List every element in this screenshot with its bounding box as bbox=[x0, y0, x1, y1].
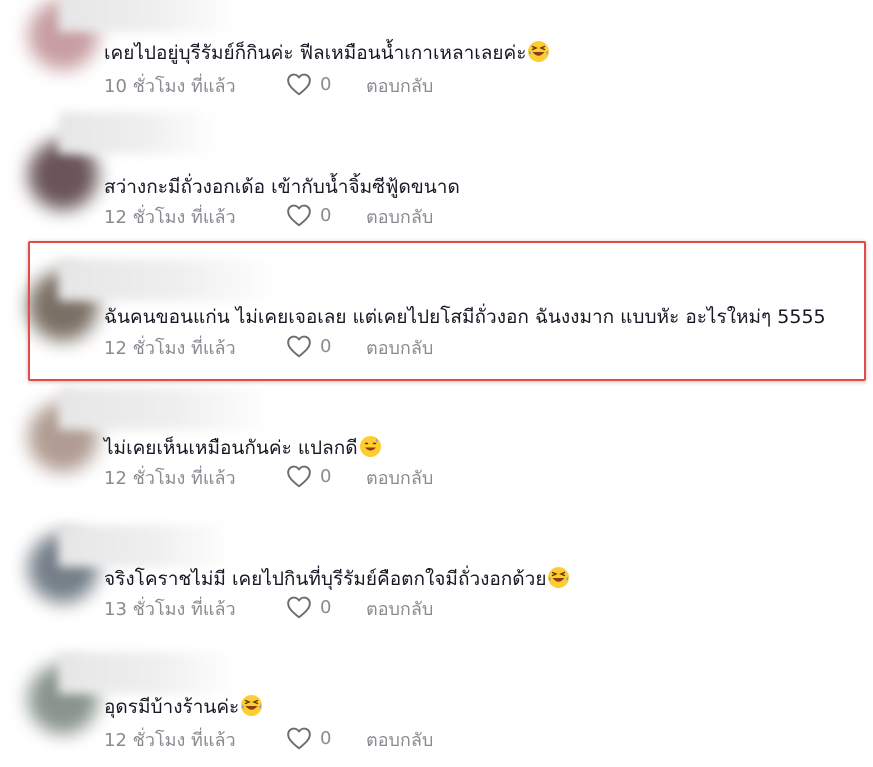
laughing-emoji-icon bbox=[548, 567, 570, 588]
comment-item: อุดรมีบ้างร้านค่ะ 12 ชั่วโมง ที่แล้ว 0 ตอบก… bbox=[0, 636, 873, 767]
comment-text-content: สว่างกะมีถั่วงอกเด้อ เข้ากับน้ำจิ้มซีฟู้… bbox=[104, 176, 460, 198]
like-count: 0 bbox=[320, 73, 332, 95]
laughing-emoji-icon bbox=[528, 41, 550, 62]
heart-icon bbox=[287, 73, 311, 96]
timestamp: 12 ชั่วโมง ที่แล้ว bbox=[104, 468, 236, 489]
username-blurred[interactable] bbox=[58, 388, 273, 430]
timestamp: 12 ชั่วโมง ที่แล้ว bbox=[104, 730, 236, 751]
reply-button[interactable]: ตอบกลับ bbox=[366, 594, 433, 623]
like-count: 0 bbox=[320, 596, 332, 618]
reply-button[interactable]: ตอบกลับ bbox=[366, 202, 433, 231]
comment-text-content: ไม่เคยเห็นเหมือนกันค่ะ แปลกดี bbox=[104, 437, 358, 459]
comment-text: เคยไปอยู่บุรีรัมย์ก็กินค่ะ ฟีลเหมือนน้ำเ… bbox=[104, 38, 550, 68]
like-button[interactable]: 0 bbox=[286, 71, 331, 97]
comment-item: สว่างกะมีถั่วงอกเด้อ เข้ากับน้ำจิ้มซีฟู้… bbox=[0, 112, 873, 243]
heart-icon bbox=[287, 465, 311, 488]
reply-button[interactable]: ตอบกลับ bbox=[366, 463, 433, 492]
comment-text: ไม่เคยเห็นเหมือนกันค่ะ แปลกดี bbox=[104, 433, 381, 463]
timestamp: 13 ชั่วโมง ที่แล้ว bbox=[104, 599, 236, 620]
comment-item: จริงโคราชไม่มี เคยไปกินที่บุรีรัมย์คือตก… bbox=[0, 505, 873, 636]
comment-item: ไม่เคยเห็นเหมือนกันค่ะ แปลกดี 12 ชั่วโมง … bbox=[0, 374, 873, 505]
highlight-box bbox=[28, 241, 866, 381]
heart-icon bbox=[287, 596, 311, 619]
reply-button[interactable]: ตอบกลับ bbox=[366, 71, 433, 100]
comment-text-content: เคยไปอยู่บุรีรัมย์ก็กินค่ะ ฟีลเหมือนน้ำเ… bbox=[104, 42, 527, 64]
username-blurred[interactable] bbox=[58, 525, 233, 567]
like-count: 0 bbox=[320, 465, 332, 487]
like-button[interactable]: 0 bbox=[286, 202, 331, 228]
username-blurred[interactable] bbox=[58, 0, 238, 32]
like-button[interactable]: 0 bbox=[286, 594, 331, 620]
comment-text: อุดรมีบ้างร้านค่ะ bbox=[104, 692, 263, 722]
heart-icon bbox=[287, 727, 311, 750]
comment-text: สว่างกะมีถั่วงอกเด้อ เข้ากับน้ำจิ้มซีฟู้… bbox=[104, 172, 460, 202]
laughing-emoji-icon bbox=[241, 695, 263, 716]
comment-text-content: จริงโคราชไม่มี เคยไปกินที่บุรีรัมย์คือตก… bbox=[104, 568, 547, 590]
timestamp: 12 ชั่วโมง ที่แล้ว bbox=[104, 207, 236, 228]
username-blurred[interactable] bbox=[58, 652, 238, 694]
comment-text-content: อุดรมีบ้างร้านค่ะ bbox=[104, 696, 240, 718]
comment-text: จริงโคราชไม่มี เคยไปกินที่บุรีรัมย์คือตก… bbox=[104, 564, 570, 594]
like-button[interactable]: 0 bbox=[286, 463, 331, 489]
sweat-smile-emoji-icon bbox=[359, 436, 381, 457]
username-blurred[interactable] bbox=[58, 112, 218, 154]
timestamp: 10 ชั่วโมง ที่แล้ว bbox=[104, 76, 236, 97]
reply-button[interactable]: ตอบกลับ bbox=[366, 725, 433, 754]
heart-icon bbox=[287, 204, 311, 227]
like-button[interactable]: 0 bbox=[286, 725, 331, 751]
like-count: 0 bbox=[320, 727, 332, 749]
like-count: 0 bbox=[320, 204, 332, 226]
